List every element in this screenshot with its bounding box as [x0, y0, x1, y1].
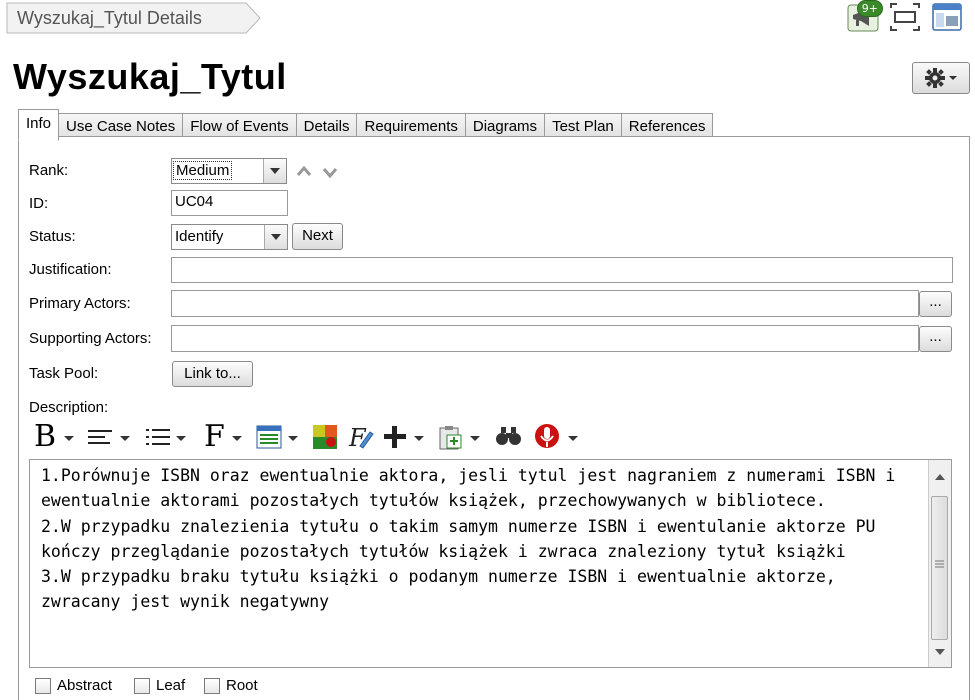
expand-view-icon — [890, 3, 920, 31]
color-palette-icon — [313, 425, 337, 449]
status-label: Status: — [29, 228, 76, 245]
checkbox-box[interactable] — [35, 677, 51, 694]
font-button[interactable]: F — [202, 419, 246, 454]
chevron-down-icon — [120, 436, 130, 441]
chevron-down-icon — [470, 436, 480, 441]
id-label: ID: — [29, 195, 49, 212]
chevron-down-icon — [271, 234, 281, 240]
description-label: Description: — [29, 399, 109, 416]
primary-actors-browse-button[interactable]: ... — [919, 291, 952, 317]
leaf-checkbox[interactable]: Leaf — [134, 677, 185, 694]
link-to-button[interactable]: Link to... — [172, 361, 253, 387]
description-editor[interactable]: 1.Porównuje ISBN oraz ewentualnie aktora… — [29, 459, 952, 668]
chevron-down-icon — [288, 436, 298, 441]
scrollbar-thumb[interactable] — [931, 496, 948, 640]
next-status-button[interactable]: Next — [292, 223, 343, 250]
bold-button[interactable]: B — [32, 419, 76, 454]
status-dropdown-arrow[interactable] — [264, 225, 287, 249]
list-icon — [146, 429, 170, 445]
abstract-checkbox[interactable]: Abstract — [35, 677, 112, 694]
chevron-down-icon — [270, 168, 280, 174]
page-title: Wyszukaj_Tytul — [13, 56, 287, 97]
rank-value: Medium — [172, 161, 233, 180]
announcements-button[interactable]: 9+ — [847, 0, 883, 32]
status-select[interactable]: Identify — [171, 224, 288, 250]
grip-icon — [935, 560, 944, 568]
header-toolbar: 9+ — [847, 0, 963, 32]
binoculars-icon — [496, 427, 521, 445]
fullscreen-button[interactable] — [889, 2, 921, 32]
move-down-icon[interactable] — [322, 166, 338, 178]
microphone-icon — [535, 424, 559, 448]
find-button[interactable] — [494, 422, 524, 452]
move-up-icon[interactable] — [296, 165, 312, 177]
rank-select[interactable]: Medium — [171, 158, 287, 184]
paste-button[interactable] — [438, 422, 484, 452]
scroll-down-icon[interactable] — [929, 643, 951, 661]
chevron-down-icon — [414, 436, 424, 441]
chevron-down-icon — [232, 436, 242, 441]
align-button[interactable] — [88, 422, 132, 452]
abstract-label: Abstract — [57, 677, 113, 694]
dictation-button[interactable] — [534, 422, 580, 452]
table-icon — [256, 425, 282, 449]
chevron-down-icon — [176, 436, 186, 441]
chevron-down-icon — [64, 436, 74, 441]
editor-scrollbar[interactable] — [928, 460, 951, 667]
leaf-label: Leaf — [156, 677, 186, 694]
paste-icon — [439, 426, 462, 450]
clear-format-icon: F — [348, 424, 374, 450]
font-icon: F — [204, 419, 225, 454]
scroll-up-icon[interactable] — [929, 468, 951, 486]
supporting-actors-field[interactable] — [171, 325, 919, 352]
window-layout-button[interactable] — [931, 2, 963, 32]
list-button[interactable] — [146, 422, 190, 452]
align-left-icon — [88, 430, 112, 444]
checkbox-box[interactable] — [134, 677, 150, 694]
primary-actors-label: Primary Actors: — [29, 295, 131, 312]
supporting-actors-browse-button[interactable]: ... — [919, 326, 952, 352]
insert-button[interactable] — [382, 422, 428, 452]
root-checkbox[interactable]: Root — [204, 677, 258, 694]
justification-field[interactable] — [171, 257, 953, 283]
clear-format-button[interactable]: F — [346, 422, 374, 452]
tab-bar: Info Use Case Notes Flow of Events Detai… — [18, 109, 714, 141]
description-text[interactable]: 1.Porównuje ISBN oraz ewentualnie aktora… — [41, 463, 921, 615]
breadcrumb-label: Wyszukaj_Tytul Details — [17, 8, 202, 28]
gear-icon — [925, 68, 945, 88]
rank-dropdown-arrow[interactable] — [263, 159, 286, 183]
settings-menu-button[interactable] — [912, 62, 970, 94]
checkbox-box[interactable] — [204, 677, 220, 694]
color-button[interactable] — [312, 422, 340, 452]
insert-table-button[interactable] — [256, 422, 300, 452]
tab-info[interactable]: Info — [18, 109, 60, 141]
notification-badge: 9+ — [856, 0, 883, 17]
rank-label: Rank: — [29, 162, 69, 179]
plus-icon — [384, 426, 406, 448]
root-label: Root — [226, 677, 258, 694]
task-pool-label: Task Pool: — [29, 365, 99, 382]
chevron-down-icon — [949, 76, 957, 80]
justification-label: Justification: — [29, 261, 112, 278]
window-layout-icon — [932, 3, 962, 31]
primary-actors-field[interactable] — [171, 290, 919, 317]
chevron-down-icon — [568, 436, 578, 441]
id-field[interactable]: UC04 — [171, 190, 288, 216]
supporting-actors-label: Supporting Actors: — [29, 330, 152, 347]
status-value: Identify — [175, 228, 224, 245]
bold-icon: B — [34, 419, 57, 454]
